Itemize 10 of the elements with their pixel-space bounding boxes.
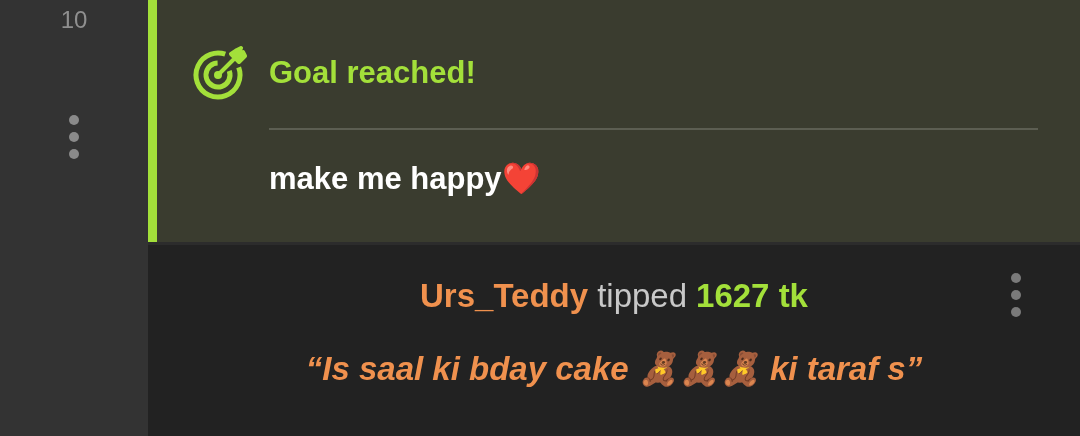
goal-title: Goal reached! — [269, 55, 476, 91]
tip-verb: tipped — [597, 277, 688, 315]
username: Urs_Teddy — [420, 277, 589, 315]
target-icon — [193, 46, 247, 100]
line-number: 10 — [60, 6, 88, 34]
more-icon[interactable] — [68, 114, 80, 160]
tip-message: “Is saal ki bday cake 🧸🧸🧸 ki taraf s” — [305, 349, 923, 388]
tip-amount: 1627 tk — [696, 277, 808, 315]
goal-text: make me happy❤ — [269, 160, 542, 197]
more-icon[interactable] — [1010, 272, 1022, 318]
